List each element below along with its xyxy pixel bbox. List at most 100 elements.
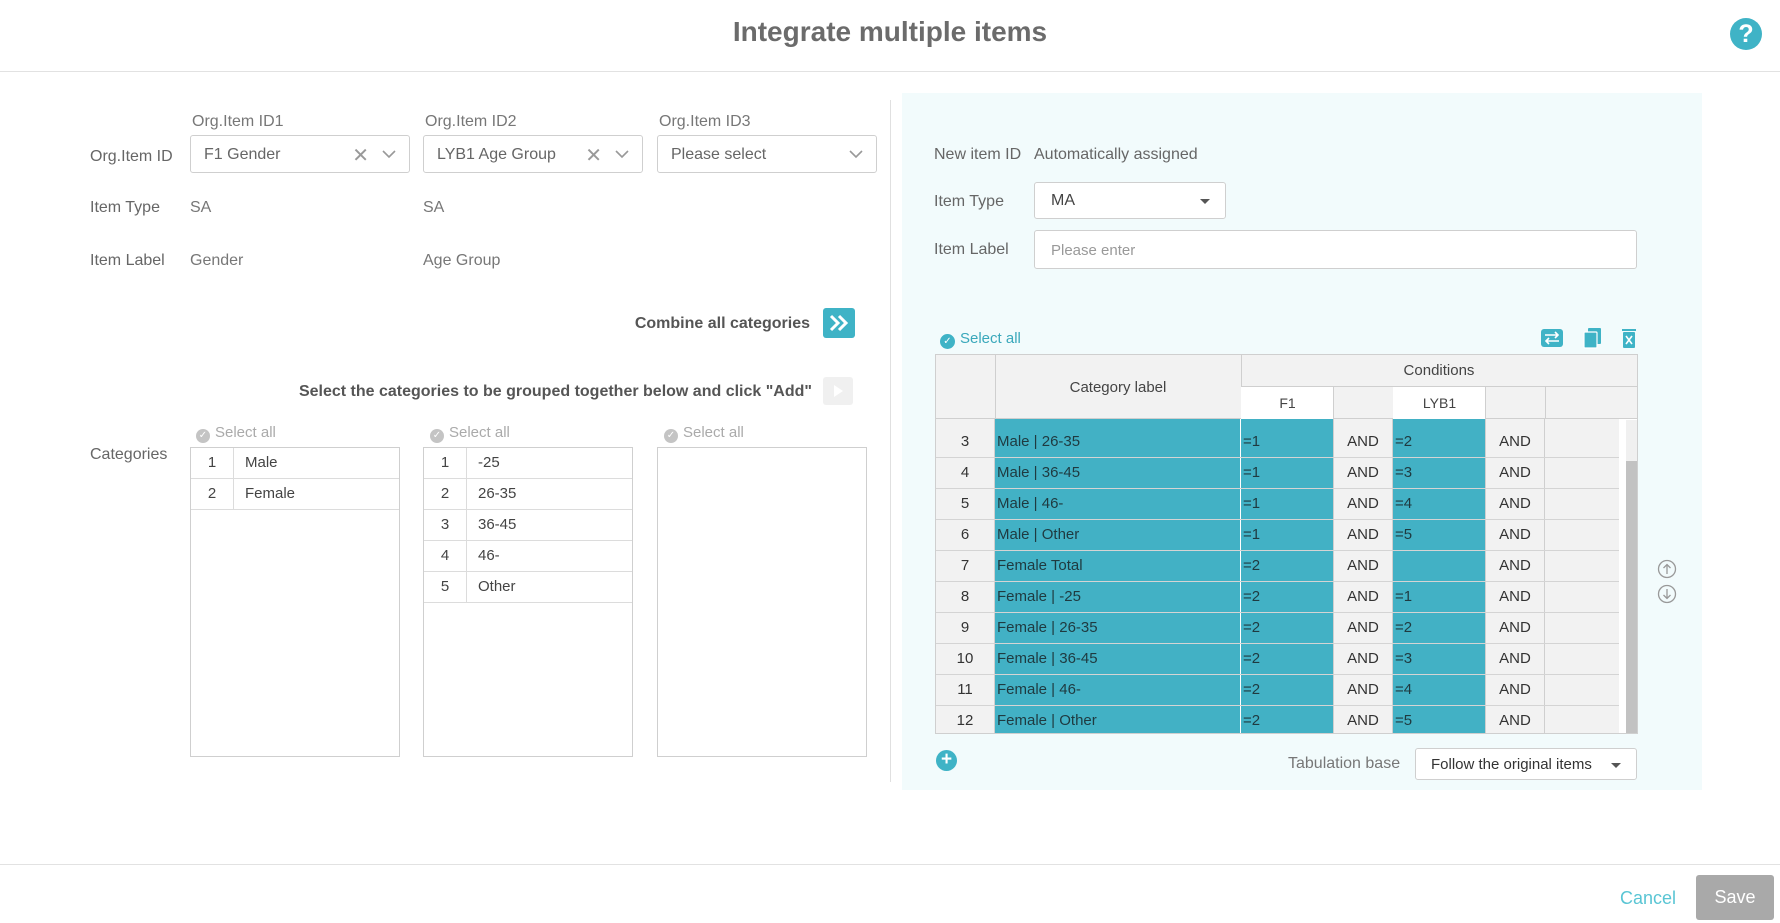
table-row[interactable]: 7 Female Total =2 AND AND (936, 551, 1619, 582)
and-cell: AND (1334, 582, 1393, 612)
lyb1-cell[interactable]: =3 (1393, 458, 1486, 488)
f1-cell[interactable]: =2 (1241, 675, 1334, 705)
move-down-icon[interactable] (1657, 584, 1677, 604)
category-cell[interactable]: Female | 26-35 (995, 613, 1241, 643)
category-cell[interactable]: Male | 36-45 (995, 458, 1241, 488)
lyb1-header-cell: LYB1 (1393, 387, 1486, 419)
lyb1-cell[interactable]: =2 (1393, 613, 1486, 643)
category-cell[interactable]: Male | 26-35 (995, 427, 1241, 457)
category-number: 2 (191, 479, 234, 509)
list-item[interactable]: 1 Male (191, 448, 399, 479)
category-cell[interactable]: Female Total (995, 551, 1241, 581)
lyb1-cell[interactable]: =1 (1393, 582, 1486, 612)
select-all-list-2[interactable]: ✓ Select all (430, 424, 510, 443)
category-number: 1 (424, 448, 467, 478)
list-item[interactable]: 5 Other (424, 572, 632, 603)
list-item[interactable]: 2 26-35 (424, 479, 632, 510)
f1-cell[interactable]: =1 (1241, 427, 1334, 457)
list-item[interactable]: 1 -25 (424, 448, 632, 479)
check-circle-icon: ✓ (664, 429, 678, 443)
f1-cell[interactable]: =1 (1241, 520, 1334, 550)
lyb1-cell[interactable] (1393, 551, 1486, 581)
lyb1-cell[interactable]: =2 (1393, 427, 1486, 457)
category-cell[interactable]: Female | 36-45 (995, 644, 1241, 674)
lyb1-cell[interactable]: =3 (1393, 644, 1486, 674)
table-row[interactable]: 12 Female | Other =2 AND =5 AND (936, 706, 1619, 733)
empty-cell (1545, 613, 1619, 643)
item-type-select[interactable]: MA (1034, 182, 1226, 219)
help-icon[interactable]: ? (1730, 18, 1762, 50)
table-row[interactable]: 11 Female | 46- =2 AND =4 AND (936, 675, 1619, 706)
category-label: 26-35 (478, 485, 517, 502)
list-item[interactable]: 4 46- (424, 541, 632, 572)
right-item-label-label: Item Label (934, 241, 1009, 258)
lyb1-cell[interactable]: =5 (1393, 706, 1486, 733)
categories-label: Categories (90, 446, 168, 463)
category-number: 4 (424, 541, 467, 571)
category-label: 36-45 (478, 516, 517, 533)
lyb1-cell[interactable]: =5 (1393, 520, 1486, 550)
tabulation-base-select[interactable]: Follow the original items (1415, 748, 1637, 780)
org-item-id3-select[interactable]: Please select (657, 135, 877, 173)
org-item-id2-select[interactable]: LYB1 Age Group ✕ (423, 135, 643, 173)
f1-cell[interactable]: =2 (1241, 613, 1334, 643)
lyb1-cell[interactable]: =4 (1393, 675, 1486, 705)
table-row[interactable]: 10 Female | 36-45 =2 AND =3 AND (936, 644, 1619, 675)
and-cell: AND (1486, 458, 1545, 488)
f1-cell[interactable]: =2 (1241, 582, 1334, 612)
f1-cell[interactable]: =2 (1241, 644, 1334, 674)
save-button[interactable]: Save (1696, 875, 1774, 920)
category-cell[interactable]: Male | 46- (995, 489, 1241, 519)
table-row[interactable]: 4 Male | 36-45 =1 AND =3 AND (936, 458, 1619, 489)
table-row[interactable]: 9 Female | 26-35 =2 AND =2 AND (936, 613, 1619, 644)
check-circle-icon: ✓ (940, 334, 955, 349)
category-cell[interactable]: Male | Other (995, 520, 1241, 550)
and-cell: AND (1486, 706, 1545, 733)
check-circle-icon: ✓ (196, 429, 210, 443)
category-number: 5 (424, 572, 467, 602)
delete-icon[interactable] (1617, 327, 1641, 349)
f1-cell[interactable]: =1 (1241, 489, 1334, 519)
table-row[interactable]: 6 Male | Other =1 AND =5 AND (936, 520, 1619, 551)
list-item[interactable]: 3 36-45 (424, 510, 632, 541)
lyb1-column-header: LYB1 (1422, 395, 1457, 411)
table-header: Category label Conditions F1 LYB1 (936, 355, 1637, 419)
table-row[interactable]: 5 Male | 46- =1 AND =4 AND (936, 489, 1619, 520)
move-up-icon[interactable] (1657, 559, 1677, 579)
f1-cell[interactable]: =1 (1241, 458, 1334, 488)
item-label-input[interactable]: Please enter (1034, 230, 1637, 269)
select-all-list-3[interactable]: ✓ Select all (664, 424, 744, 443)
add-button[interactable] (823, 377, 853, 405)
copy-icon[interactable] (1581, 327, 1605, 349)
cancel-button[interactable]: Cancel (1620, 888, 1676, 909)
table-row[interactable]: 3 Male | 26-35 =1 AND =2 AND (936, 427, 1619, 458)
category-cell[interactable]: Female | -25 (995, 582, 1241, 612)
org-item-id3-placeholder: Please select (671, 146, 767, 163)
f1-cell[interactable]: =2 (1241, 551, 1334, 581)
table-row[interactable]: 8 Female | -25 =2 AND =1 AND (936, 582, 1619, 613)
right-item-type-label: Item Type (934, 193, 1004, 210)
clear-icon[interactable]: ✕ (585, 143, 602, 168)
row-number: 6 (936, 520, 995, 550)
combine-all-button[interactable] (823, 308, 855, 338)
item-type-label: Item Type (90, 199, 160, 216)
org-item-id1-value: F1 Gender (204, 146, 281, 163)
add-row-icon[interactable]: + (936, 750, 957, 771)
empty-cell (1545, 489, 1619, 519)
table-scrollbar-thumb[interactable] (1626, 461, 1637, 733)
empty-cell (1545, 520, 1619, 550)
double-chevron-right-icon (829, 314, 849, 332)
list-item[interactable]: 2 Female (191, 479, 399, 510)
lyb1-cell[interactable]: =4 (1393, 489, 1486, 519)
category-cell[interactable]: Female | Other (995, 706, 1241, 733)
select-all-rows[interactable]: ✓ Select all (940, 330, 1021, 349)
row-number: 9 (936, 613, 995, 643)
f1-cell[interactable]: =2 (1241, 706, 1334, 733)
empty-cell (1545, 644, 1619, 674)
select-all-list-1[interactable]: ✓ Select all (196, 424, 276, 443)
category-cell[interactable]: Female | 46- (995, 675, 1241, 705)
clear-icon[interactable]: ✕ (352, 143, 369, 168)
and-cell: AND (1486, 675, 1545, 705)
org-item-id1-select[interactable]: F1 Gender ✕ (190, 135, 410, 173)
swap-icon[interactable] (1540, 327, 1564, 349)
